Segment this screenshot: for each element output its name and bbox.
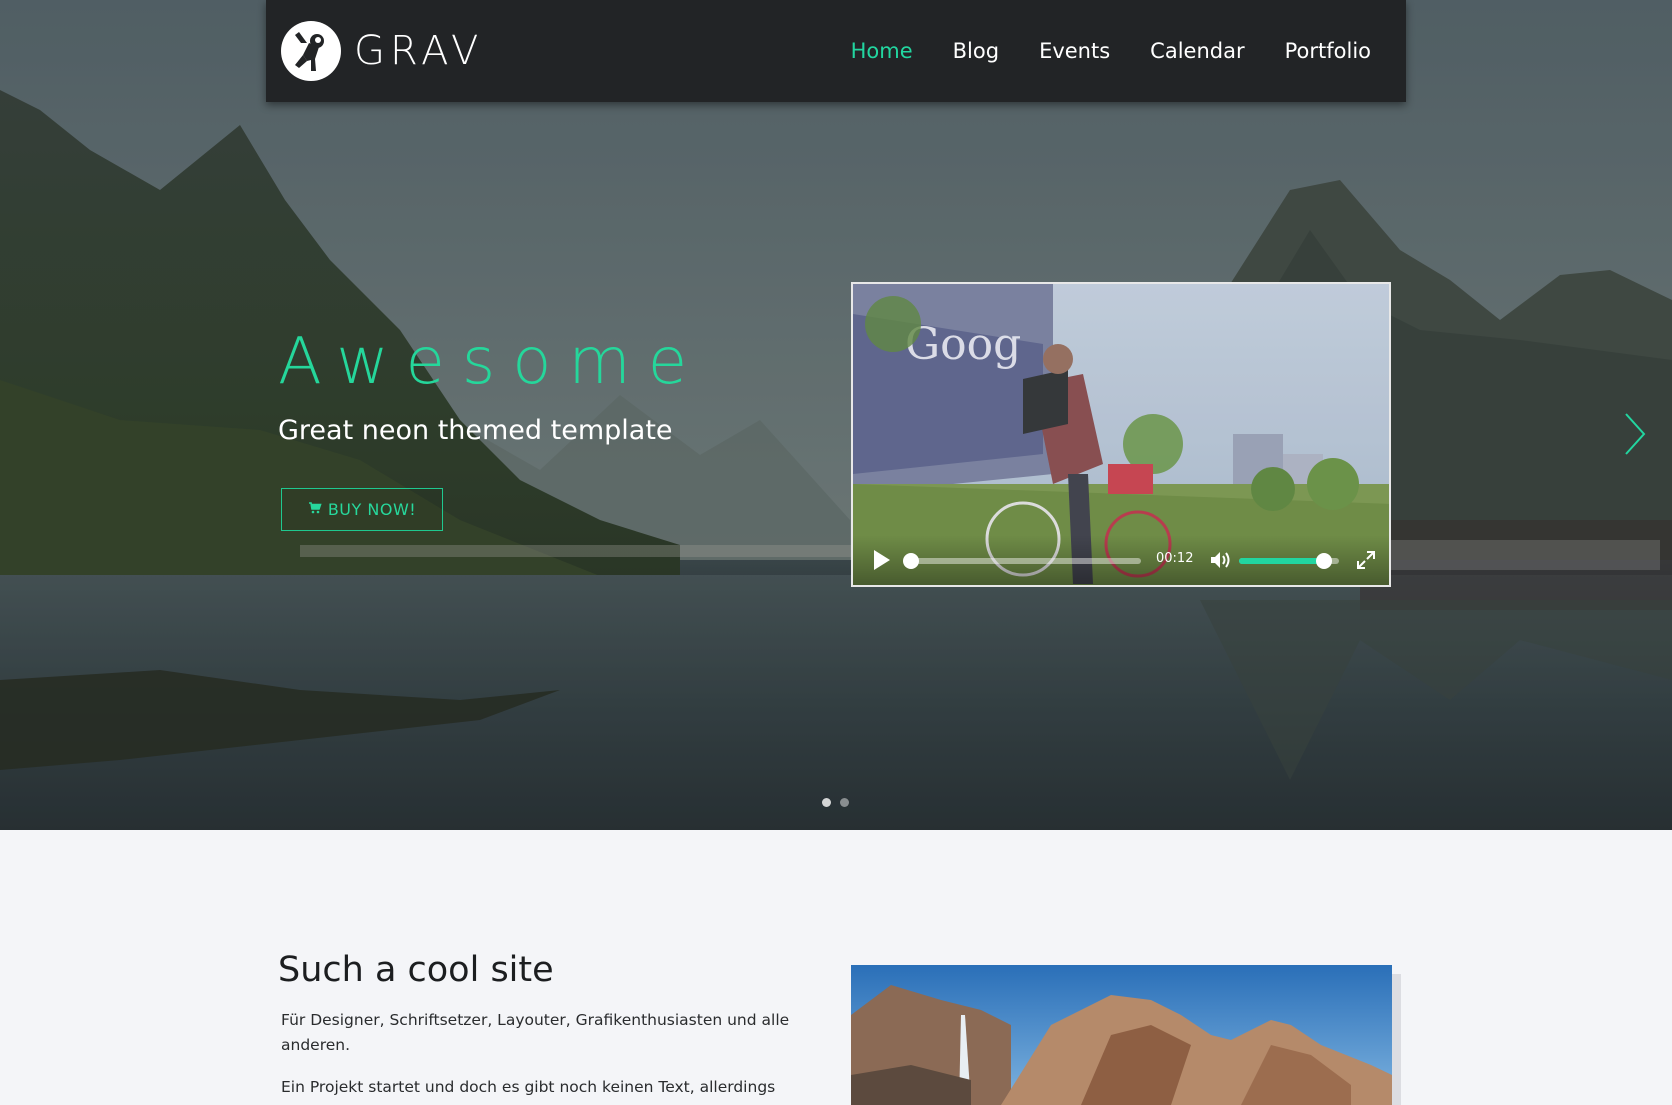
brand-wordmark[interactable]: GRAV [354,26,483,76]
nav-item-portfolio[interactable]: Portfolio [1285,39,1371,63]
canyon-photo [851,965,1392,1105]
section-paragraph-1: Für Designer, Schriftsetzer, Layouter, G… [281,1011,790,1054]
nav-item-blog[interactable]: Blog [953,39,999,63]
cart-icon [308,500,322,519]
buy-now-button[interactable]: BUY NOW! [281,488,443,531]
volume-icon[interactable] [1209,549,1233,571]
volume-handle[interactable] [1316,553,1332,569]
video-time: 00:12 [1156,551,1194,566]
chevron-right-icon[interactable] [1618,410,1652,458]
hero-dim-overlay [0,0,1672,830]
hero-title: Awesome [278,325,705,399]
video-progress-bar[interactable] [903,553,1141,569]
video-controls: 00:12 [853,535,1389,585]
main-nav: Home Blog Events Calendar Portfolio [851,0,1371,102]
volume-level [1239,558,1324,564]
slide-indicators [822,798,849,807]
play-icon[interactable] [871,547,893,573]
progress-handle[interactable] [903,553,919,569]
navbar: GRAV Home Blog Events Calendar Portfolio [266,0,1406,102]
volume-slider[interactable] [1239,553,1339,569]
video-player[interactable]: Goog 00:12 [851,282,1391,587]
hero-slider [0,0,1672,830]
nav-item-events[interactable]: Events [1039,39,1110,63]
hero-subtitle: Great neon themed template [278,415,673,446]
section-title: Such a cool site [278,950,554,990]
fullscreen-icon[interactable] [1355,549,1377,571]
slide-dot-2[interactable] [840,798,849,807]
slide-dot-1[interactable] [822,798,831,807]
nav-item-home[interactable]: Home [851,39,913,63]
astronaut-logo-icon[interactable] [281,21,341,81]
nav-item-calendar[interactable]: Calendar [1150,39,1244,63]
section-paragraph-2: Ein Projekt startet und doch es gibt noc… [281,1078,776,1105]
buy-now-label: BUY NOW! [327,500,417,519]
